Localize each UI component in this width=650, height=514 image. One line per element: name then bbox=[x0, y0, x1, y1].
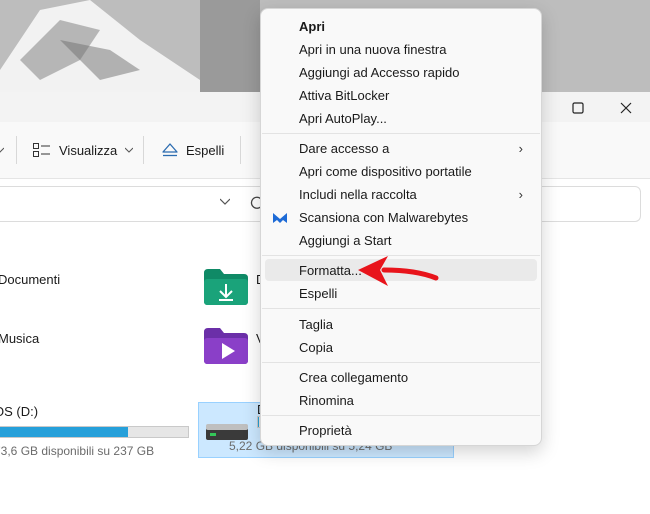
chevron-right-icon: › bbox=[518, 186, 523, 202]
eject-icon bbox=[162, 143, 178, 157]
view-menu-button[interactable]: Visualizza bbox=[33, 138, 134, 162]
drive-icon bbox=[206, 424, 248, 440]
menu-item-label: Copia bbox=[299, 339, 333, 355]
folder-music[interactable]: Musica bbox=[0, 331, 39, 346]
menu-item-create-shortcut[interactable]: Crea collegamento bbox=[265, 366, 537, 388]
menu-item-rename[interactable]: Rinomina bbox=[265, 389, 537, 411]
menu-item-properties[interactable]: Proprietà bbox=[265, 419, 537, 441]
view-menu-label: Visualizza bbox=[59, 142, 118, 158]
drive-os-usage-fill bbox=[0, 427, 129, 437]
toolbar-divider bbox=[16, 136, 17, 164]
menu-item-malwarebytes[interactable]: Scansiona con Malwarebytes bbox=[265, 206, 537, 228]
downloads-folder-icon bbox=[204, 269, 248, 305]
menu-item-label: Taglia bbox=[299, 316, 333, 332]
menu-item-open[interactable]: Apri bbox=[265, 15, 537, 37]
menu-item-label: Rinomina bbox=[299, 392, 354, 408]
annotation-arrow bbox=[358, 256, 439, 286]
drive-os-space: 73,6 GB disponibili su 237 GB bbox=[0, 444, 155, 458]
toolbar-divider bbox=[143, 136, 144, 164]
menu-item-pin-start[interactable]: Aggiungi a Start bbox=[265, 229, 537, 251]
menu-item-cut[interactable]: Taglia bbox=[265, 313, 537, 335]
menu-item-label: Apri AutoPlay... bbox=[299, 110, 387, 126]
close-icon bbox=[620, 102, 632, 114]
menu-item-label: Attiva BitLocker bbox=[299, 87, 390, 103]
view-icon bbox=[33, 143, 50, 157]
menu-item-label: Aggiungi a Start bbox=[299, 232, 392, 248]
chevron-right-icon: › bbox=[518, 140, 523, 156]
menu-item-label: Includi nella raccolta bbox=[299, 186, 417, 202]
menu-item-label: Scansiona con Malwarebytes bbox=[299, 209, 469, 225]
menu-item-copy[interactable]: Copia bbox=[265, 336, 537, 358]
menu-item-label: Apri bbox=[299, 18, 325, 34]
toolbar-divider bbox=[240, 136, 241, 164]
drive-os[interactable]: OS (D:) 73,6 GB disponibili su 237 GB bbox=[0, 404, 194, 458]
folder-music-label: Musica bbox=[0, 331, 40, 346]
menu-item-label: Apri in una nuova finestra bbox=[299, 41, 447, 57]
menu-item-open-portable[interactable]: Apri come dispositivo portatile bbox=[265, 160, 537, 182]
folder-documents-label: Documenti bbox=[0, 272, 61, 287]
menu-separator bbox=[262, 362, 540, 363]
close-button[interactable] bbox=[616, 98, 636, 118]
folder-downloads[interactable] bbox=[204, 269, 248, 305]
drive-os-label: OS (D:) bbox=[0, 404, 39, 419]
maximize-button[interactable] bbox=[568, 98, 588, 118]
menu-item-label: Formatta... bbox=[299, 262, 362, 278]
folder-videos[interactable] bbox=[204, 328, 248, 364]
menu-separator bbox=[262, 308, 540, 309]
menu-item-open-new-window[interactable]: Apri in una nuova finestra bbox=[265, 38, 537, 60]
menu-item-label: Aggiungi ad Accesso rapido bbox=[299, 64, 460, 80]
videos-folder-icon bbox=[204, 328, 248, 364]
menu-item-give-access[interactable]: Dare accesso a › bbox=[265, 137, 537, 159]
menu-item-label: Proprietà bbox=[299, 422, 352, 438]
menu-item-autoplay[interactable]: Apri AutoPlay... bbox=[265, 107, 537, 129]
malwarebytes-icon bbox=[273, 213, 287, 223]
drive-os-usage-bar bbox=[0, 426, 189, 438]
chevron-down-icon[interactable] bbox=[0, 138, 4, 162]
maximize-icon bbox=[572, 102, 584, 114]
drive-removable-usage-fill bbox=[258, 417, 259, 427]
menu-item-label: Crea collegamento bbox=[299, 369, 409, 385]
menu-item-label: Espelli bbox=[299, 285, 338, 301]
chevron-down-icon bbox=[125, 147, 134, 153]
menu-separator bbox=[262, 415, 540, 416]
menu-item-label: Dare accesso a bbox=[299, 140, 390, 156]
menu-item-quick-access[interactable]: Aggiungi ad Accesso rapido bbox=[265, 61, 537, 83]
menu-separator bbox=[262, 133, 540, 134]
menu-item-bitlocker[interactable]: Attiva BitLocker bbox=[265, 84, 537, 106]
eject-button[interactable]: Espelli bbox=[162, 138, 224, 162]
chevron-down-icon[interactable] bbox=[220, 198, 230, 205]
menu-item-label: Apri come dispositivo portatile bbox=[299, 163, 472, 179]
eject-label: Espelli bbox=[186, 142, 225, 158]
folder-documents[interactable]: Documenti bbox=[0, 272, 60, 287]
context-menu: Apri Apri in una nuova finestra Aggiungi… bbox=[260, 8, 542, 446]
menu-item-include-library[interactable]: Includi nella raccolta › bbox=[265, 183, 537, 205]
